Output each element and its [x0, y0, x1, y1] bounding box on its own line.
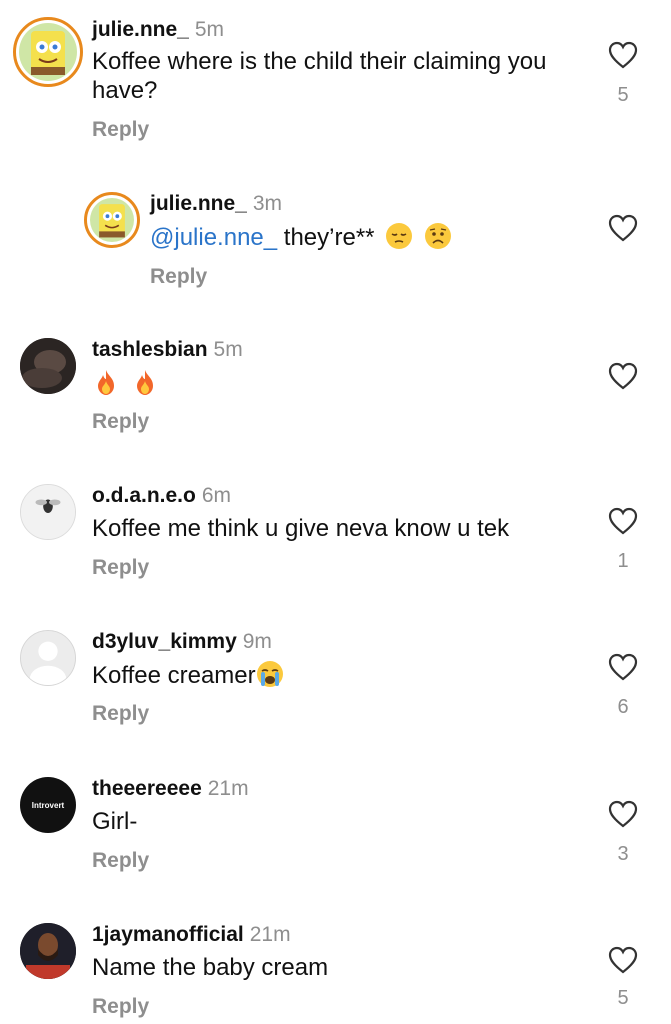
timestamp: 9m [242, 630, 272, 653]
worried-face-icon [424, 223, 451, 249]
avatar-label: Introvert [31, 800, 65, 810]
comment-meta: o.d.a.n.e.o 6m [92, 484, 231, 508]
reply-comment-item: julie.nne_ 3m @julie.nne_ they’re** Reply [0, 185, 671, 305]
like-count: 3 [617, 843, 629, 865]
comment-text: Name the baby cream [92, 954, 329, 981]
reply-button[interactable]: Reply [92, 849, 149, 873]
avatar[interactable]: Introvert [20, 777, 76, 833]
heart-icon[interactable] [608, 214, 638, 242]
timestamp: 21m [207, 777, 249, 800]
comment-item: o.d.a.n.e.o 6m Koffee me think u give nev… [0, 476, 671, 586]
heart-icon[interactable] [608, 507, 638, 535]
comment-meta: 1jaymanofficial 21m [92, 923, 291, 947]
timestamp: 5m [213, 338, 243, 361]
comment-text: Koffee me think u give neva know u tek [92, 515, 510, 542]
reply-button[interactable]: Reply [92, 410, 149, 434]
username[interactable]: d3yluv_kimmy [92, 630, 237, 653]
fire-icon [136, 370, 153, 395]
comment-text: Girl- [92, 808, 138, 835]
comment-text: Koffee creamer [92, 660, 592, 690]
photo-avatar-icon [20, 338, 76, 394]
default-avatar-icon [21, 631, 75, 685]
comment-text: @julie.nne_ they’re** [150, 222, 590, 252]
username[interactable]: 1jaymanofficial [92, 923, 244, 946]
crying-face-icon [256, 661, 283, 687]
comment-meta: theeereeee 21m [92, 777, 249, 801]
heart-icon[interactable] [608, 653, 638, 681]
comment-body: they’re** [277, 224, 375, 251]
heart-icon[interactable] [608, 800, 638, 828]
avatar[interactable] [84, 192, 140, 248]
reply-button[interactable]: Reply [92, 118, 149, 142]
comment-item: tashlesbian 5m Reply [0, 330, 671, 440]
username[interactable]: julie.nne_ [150, 192, 247, 215]
timestamp: 21m [249, 923, 291, 946]
like-count: 5 [617, 987, 629, 1009]
like-count: 6 [617, 696, 629, 718]
comment-body: Koffee creamer [92, 662, 256, 689]
comment-text [92, 368, 159, 398]
like-count: 1 [617, 550, 629, 572]
timestamp: 3m [252, 192, 283, 215]
comment-item: 1jaymanofficial 21m Name the baby cream R… [0, 915, 671, 1024]
heart-icon[interactable] [608, 946, 638, 974]
timestamp: 6m [201, 484, 232, 507]
username[interactable]: o.d.a.n.e.o [92, 484, 196, 507]
username[interactable]: tashlesbian [92, 338, 208, 361]
timestamp: 5m [194, 18, 225, 41]
avatar[interactable] [13, 17, 83, 87]
reply-button[interactable]: Reply [92, 995, 149, 1019]
comment-meta: julie.nne_ 5m [92, 18, 224, 42]
pensive-face-icon [386, 223, 413, 249]
avatar[interactable] [20, 923, 76, 979]
comment-meta: d3yluv_kimmy 9m [92, 630, 272, 654]
comment-meta: tashlesbian 5m [92, 338, 243, 362]
comment-item: julie.nne_ 5m Koffee where is the child t… [0, 0, 671, 150]
avatar[interactable] [20, 484, 76, 540]
mention-link[interactable]: @julie.nne_ [150, 224, 277, 251]
username[interactable]: julie.nne_ [92, 18, 189, 41]
man-avatar-icon [20, 923, 76, 979]
fire-icon [98, 370, 114, 395]
spongebob-avatar-icon [31, 31, 65, 75]
fly-avatar-icon [21, 485, 75, 539]
comment-item: d3yluv_kimmy 9m Koffee creamer Reply 6 [0, 622, 671, 732]
reply-button[interactable]: Reply [92, 702, 149, 726]
comment-meta: julie.nne_ 3m [150, 192, 282, 216]
like-count: 5 [617, 84, 629, 106]
comment-item: Introvert theeereeee 21m Girl- Reply 3 [0, 769, 671, 879]
heart-icon[interactable] [608, 41, 638, 69]
avatar[interactable] [20, 338, 76, 394]
comment-text: Koffee where is the child their claiming… [92, 48, 547, 104]
avatar[interactable] [20, 630, 76, 686]
spongebob-avatar-icon [99, 204, 125, 238]
heart-icon[interactable] [608, 362, 638, 390]
username[interactable]: theeereeee [92, 777, 202, 800]
reply-button[interactable]: Reply [150, 265, 207, 289]
reply-button[interactable]: Reply [92, 556, 149, 580]
